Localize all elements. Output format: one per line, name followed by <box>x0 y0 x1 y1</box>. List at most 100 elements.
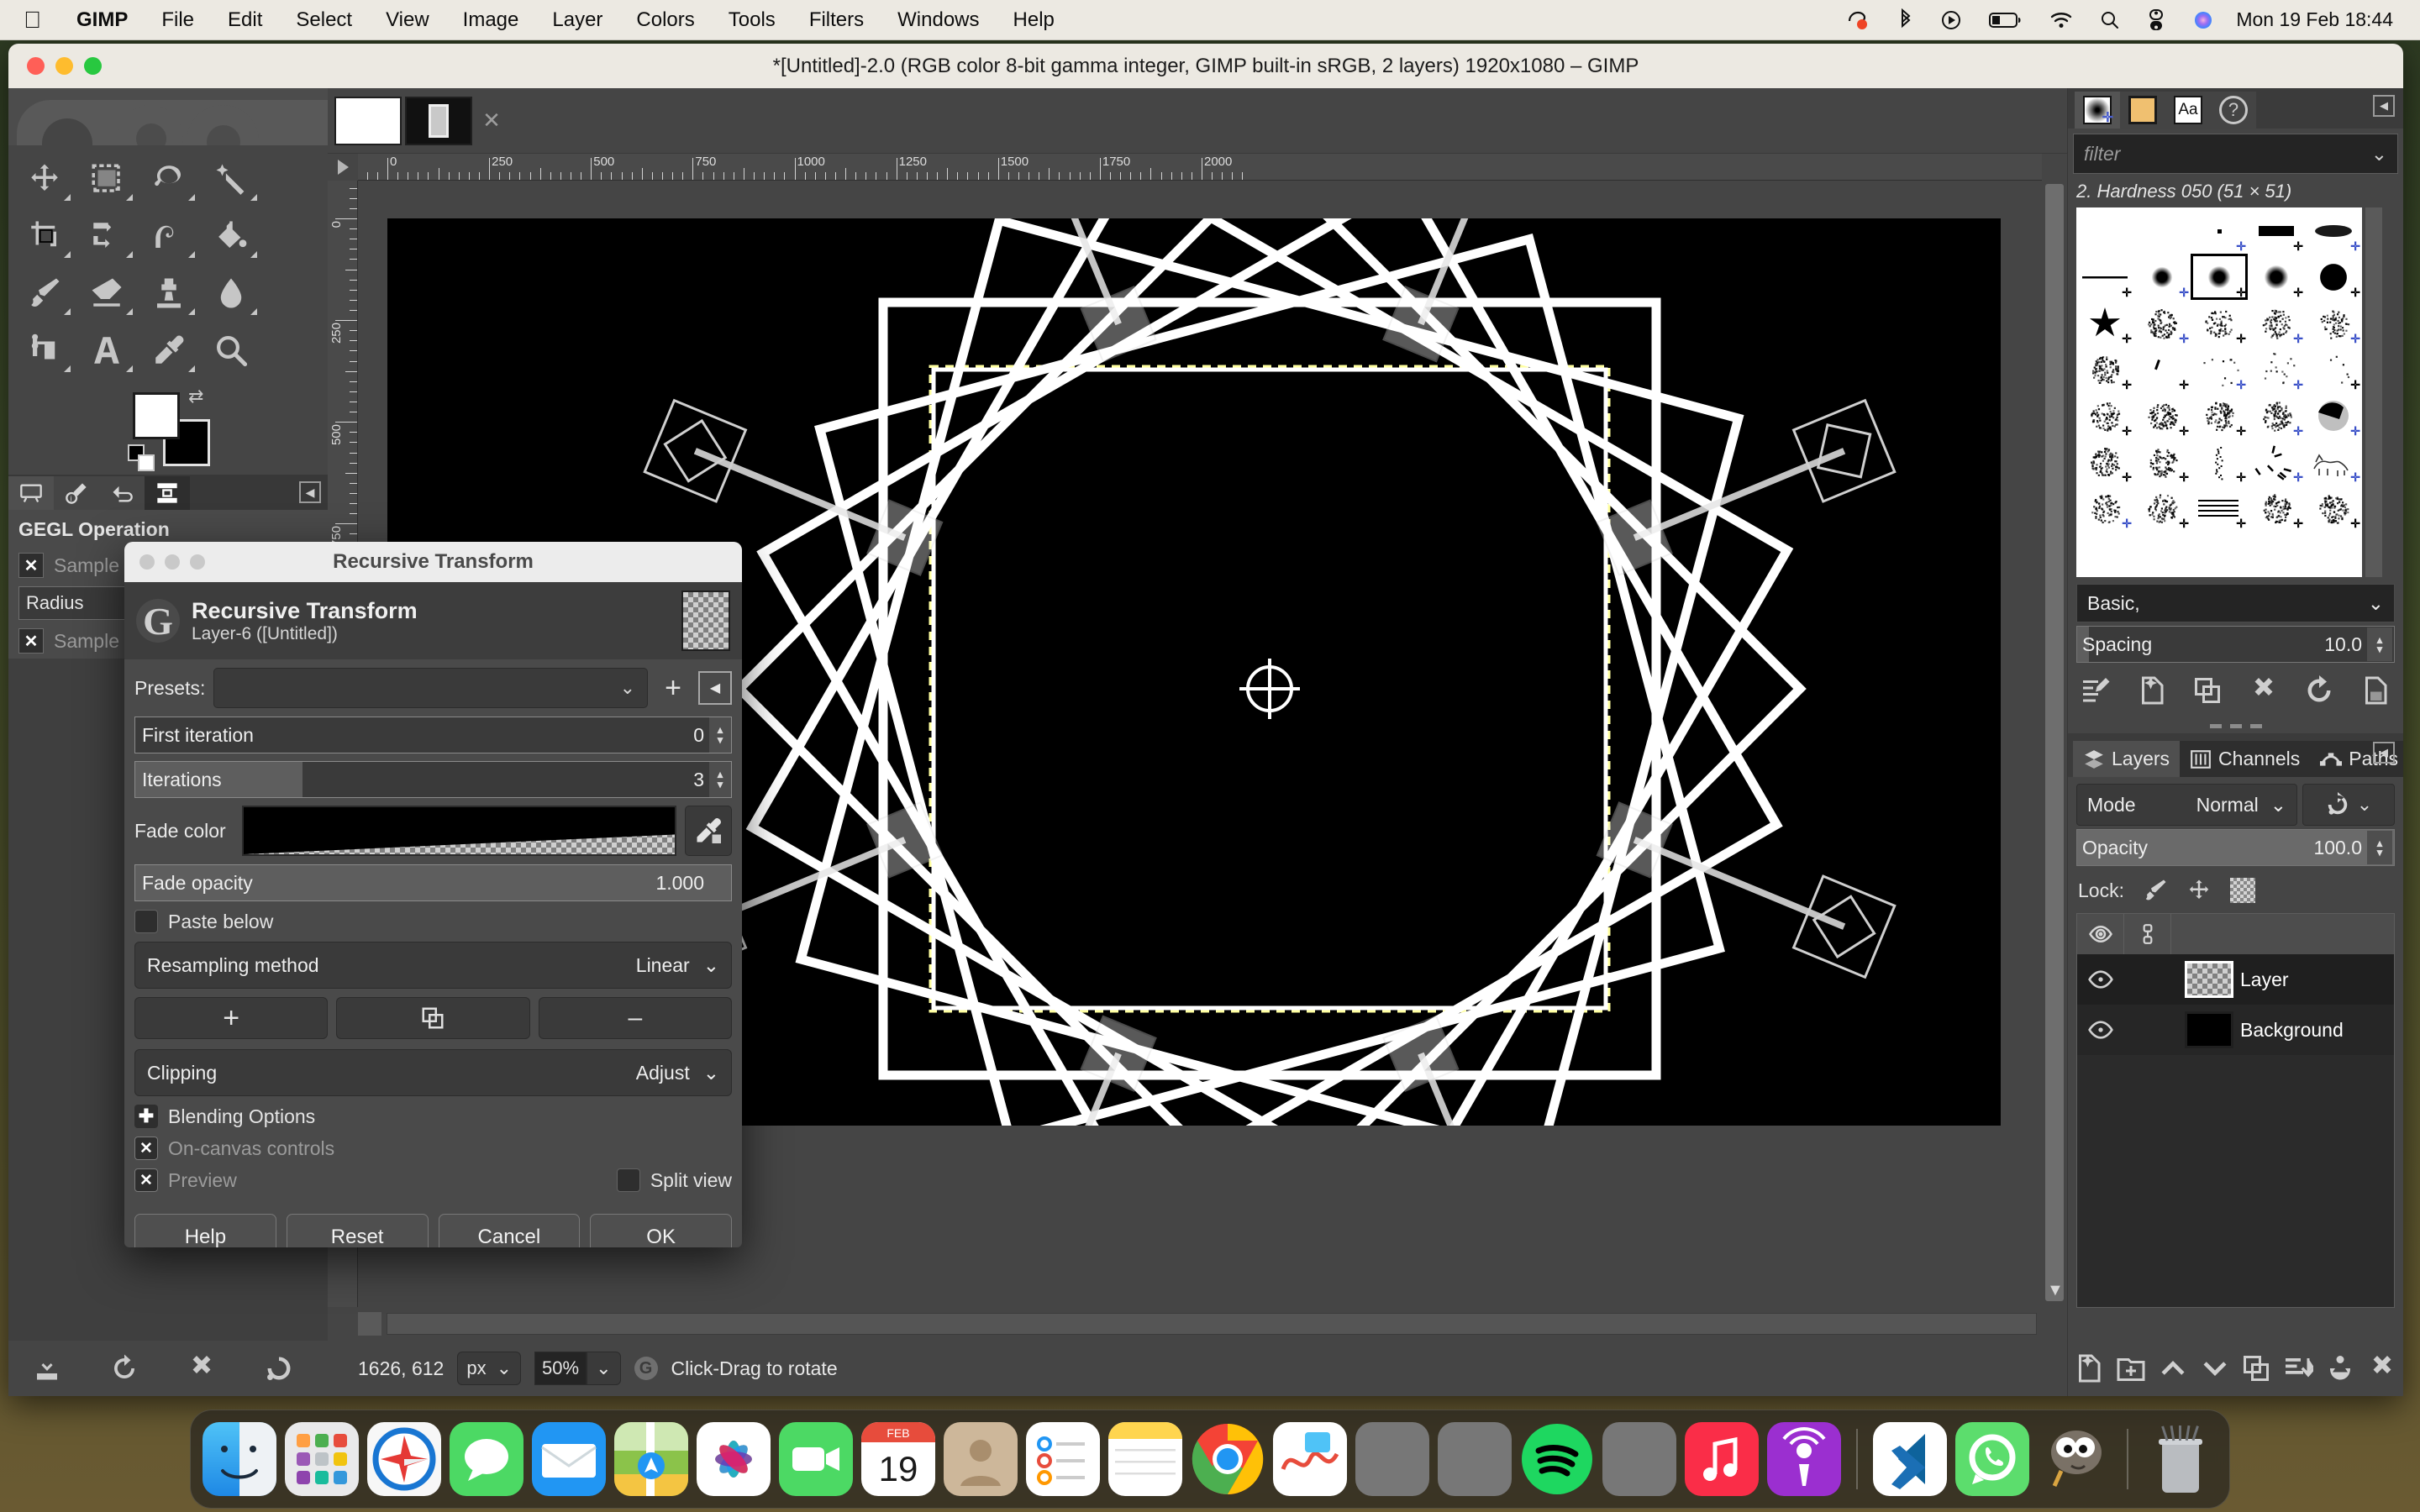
brush-cell[interactable]: ✛ <box>2191 438 2248 485</box>
brush-cell[interactable]: ✛ <box>2133 254 2191 300</box>
brush-cell[interactable] <box>2191 531 2248 577</box>
save-tool-options-icon[interactable] <box>8 1353 86 1383</box>
text-tool[interactable] <box>76 322 138 379</box>
layer-thumbnail[interactable] <box>2185 961 2233 998</box>
raise-layer-icon[interactable] <box>2158 1353 2188 1383</box>
brush-cell[interactable]: ✛ <box>2248 485 2305 531</box>
fade-opacity-slider[interactable]: Fade opacity 1.000 ▴▾ <box>134 864 732 901</box>
table-row[interactable]: Background <box>2077 1005 2394 1055</box>
control-center-icon[interactable] <box>2133 9 2179 31</box>
dock-item-calendar[interactable]: FEB19 <box>861 1422 935 1496</box>
brush-grid-scrollbar[interactable] <box>2365 207 2382 577</box>
free-select-tool[interactable] <box>138 150 200 207</box>
sample-merged-checkbox[interactable]: ✕ <box>18 628 44 654</box>
lower-layer-icon[interactable] <box>2200 1353 2230 1383</box>
tab-layers[interactable]: Layers <box>2073 741 2180 777</box>
fonts-tab[interactable]: Aa <box>2165 92 2211 129</box>
foreground-color-swatch[interactable] <box>133 392 180 439</box>
image-tab-thumbnail-1[interactable] <box>334 97 402 145</box>
brush-cell[interactable]: ✛ <box>2191 300 2248 346</box>
horizontal-ruler[interactable]: 025050075010001250150017502000 <box>358 154 2042 181</box>
brush-cell[interactable] <box>2133 207 2191 254</box>
brush-tag-selector[interactable]: Basic, ⌄ <box>2076 584 2395 622</box>
brush-cell[interactable] <box>2076 207 2133 254</box>
dock-item-finder[interactable] <box>203 1422 276 1496</box>
brush-cell[interactable]: ✛ <box>2133 485 2191 531</box>
dock-menu-icon[interactable]: ◀ <box>299 481 321 503</box>
brush-cell[interactable]: ✛ <box>2133 392 2191 438</box>
window-controls[interactable] <box>8 57 102 75</box>
brush-cell[interactable]: ✛ <box>2305 207 2362 254</box>
gimp-titlebar[interactable]: *[Untitled]-2.0 (RGB color 8-bit gamma i… <box>8 44 2403 88</box>
brush-cell[interactable]: ✛ <box>2305 254 2362 300</box>
dock-item-safari[interactable] <box>367 1422 441 1496</box>
bluetooth-icon[interactable] <box>1885 8 1927 32</box>
clone-stamp-tool[interactable] <box>138 265 200 322</box>
brush-cell[interactable]: ✛ <box>2248 346 2305 392</box>
now-playing-icon[interactable] <box>1927 9 1975 31</box>
menu-item-windows[interactable]: Windows <box>881 0 996 40</box>
brush-cell[interactable]: ✛ <box>2305 438 2362 485</box>
lock-position-icon[interactable] <box>2186 878 2212 903</box>
blending-options-row[interactable]: ✚ Blending Options <box>134 1105 732 1128</box>
duplicate-transform-button[interactable] <box>336 997 529 1039</box>
brush-cell[interactable]: ✛ <box>2076 485 2133 531</box>
zoom-selector[interactable]: ⌄ <box>587 1352 620 1385</box>
merge-down-icon[interactable] <box>2283 1353 2313 1383</box>
layer-thumbnail[interactable] <box>2185 1011 2233 1048</box>
help-button[interactable]: Help <box>134 1214 276 1247</box>
dock-item-photos[interactable] <box>697 1422 771 1496</box>
iterations-slider[interactable]: Iterations 3 ▴▾ <box>134 761 732 798</box>
brush-cell[interactable]: ✛ <box>2076 254 2133 300</box>
iterations-stepper[interactable]: ▴▾ <box>709 762 731 797</box>
dock-item-freeform[interactable] <box>1273 1422 1347 1496</box>
device-status-tab[interactable]: i <box>54 476 99 510</box>
lock-alpha-icon[interactable] <box>2230 878 2255 903</box>
eraser-tool[interactable] <box>76 265 138 322</box>
horizontal-scroll-track[interactable] <box>387 1313 2037 1335</box>
swap-colors-icon[interactable]: ⇄ <box>188 386 203 407</box>
restore-tool-options-icon[interactable] <box>86 1353 163 1383</box>
dock-item-launchpad[interactable] <box>285 1422 359 1496</box>
menu-item-gimp[interactable]: GIMP <box>60 0 145 40</box>
cancel-button[interactable]: Cancel <box>439 1214 581 1247</box>
reset-tool-options-icon[interactable] <box>240 1353 318 1383</box>
brush-cell[interactable]: ✛ <box>2248 254 2305 300</box>
expand-blending-options-icon[interactable]: ✚ <box>134 1105 158 1128</box>
menu-item-layer[interactable]: Layer <box>535 0 619 40</box>
smudge-tool[interactable] <box>200 265 262 322</box>
brush-cell[interactable] <box>2305 531 2362 577</box>
table-row[interactable]: Layer <box>2077 954 2394 1005</box>
warp-transform-tool[interactable] <box>138 207 200 265</box>
bucket-fill-tool[interactable] <box>200 207 262 265</box>
control-center-record-icon[interactable] <box>1833 9 1885 31</box>
brush-cell[interactable]: ✛ <box>2076 392 2133 438</box>
brush-cell[interactable] <box>2248 531 2305 577</box>
brush-cell[interactable]: ✛ <box>2305 485 2362 531</box>
brush-cell[interactable]: ✛ <box>2133 438 2191 485</box>
close-window-button[interactable] <box>27 57 45 75</box>
move-tool[interactable] <box>13 150 76 207</box>
undo-history-tab[interactable] <box>99 476 145 510</box>
dock-item-podcasts[interactable] <box>1767 1422 1841 1496</box>
paintbrush-tool[interactable] <box>13 265 76 322</box>
wifi-icon[interactable] <box>2036 11 2086 29</box>
dock-resize-grip[interactable] <box>2068 718 2403 733</box>
reset-button[interactable]: Reset <box>287 1214 429 1247</box>
open-brush-folder-icon[interactable] <box>2360 675 2391 706</box>
menu-item-tools[interactable]: Tools <box>712 0 792 40</box>
tool-options-tab[interactable] <box>8 476 54 510</box>
on-canvas-controls-checkbox[interactable]: ✕ <box>134 1137 158 1160</box>
opacity-stepper[interactable]: ▴▾ <box>2367 831 2392 864</box>
document-history-tab[interactable]: ? <box>2211 92 2256 129</box>
menu-item-select[interactable]: Select <box>279 0 369 40</box>
add-transform-button[interactable]: + <box>134 997 328 1039</box>
battery-icon[interactable] <box>1975 11 2036 29</box>
spacing-stepper[interactable]: ▴▾ <box>2367 627 2392 661</box>
duplicate-brush-icon[interactable] <box>2192 675 2223 706</box>
zoom-input[interactable]: 50% <box>534 1352 587 1385</box>
brush-spacing-slider[interactable]: Spacing 10.0 ▴▾ <box>2076 626 2395 663</box>
dock-item-gimp[interactable] <box>2038 1422 2112 1496</box>
lock-pixels-icon[interactable] <box>2143 878 2168 903</box>
images-tab[interactable] <box>145 476 190 510</box>
